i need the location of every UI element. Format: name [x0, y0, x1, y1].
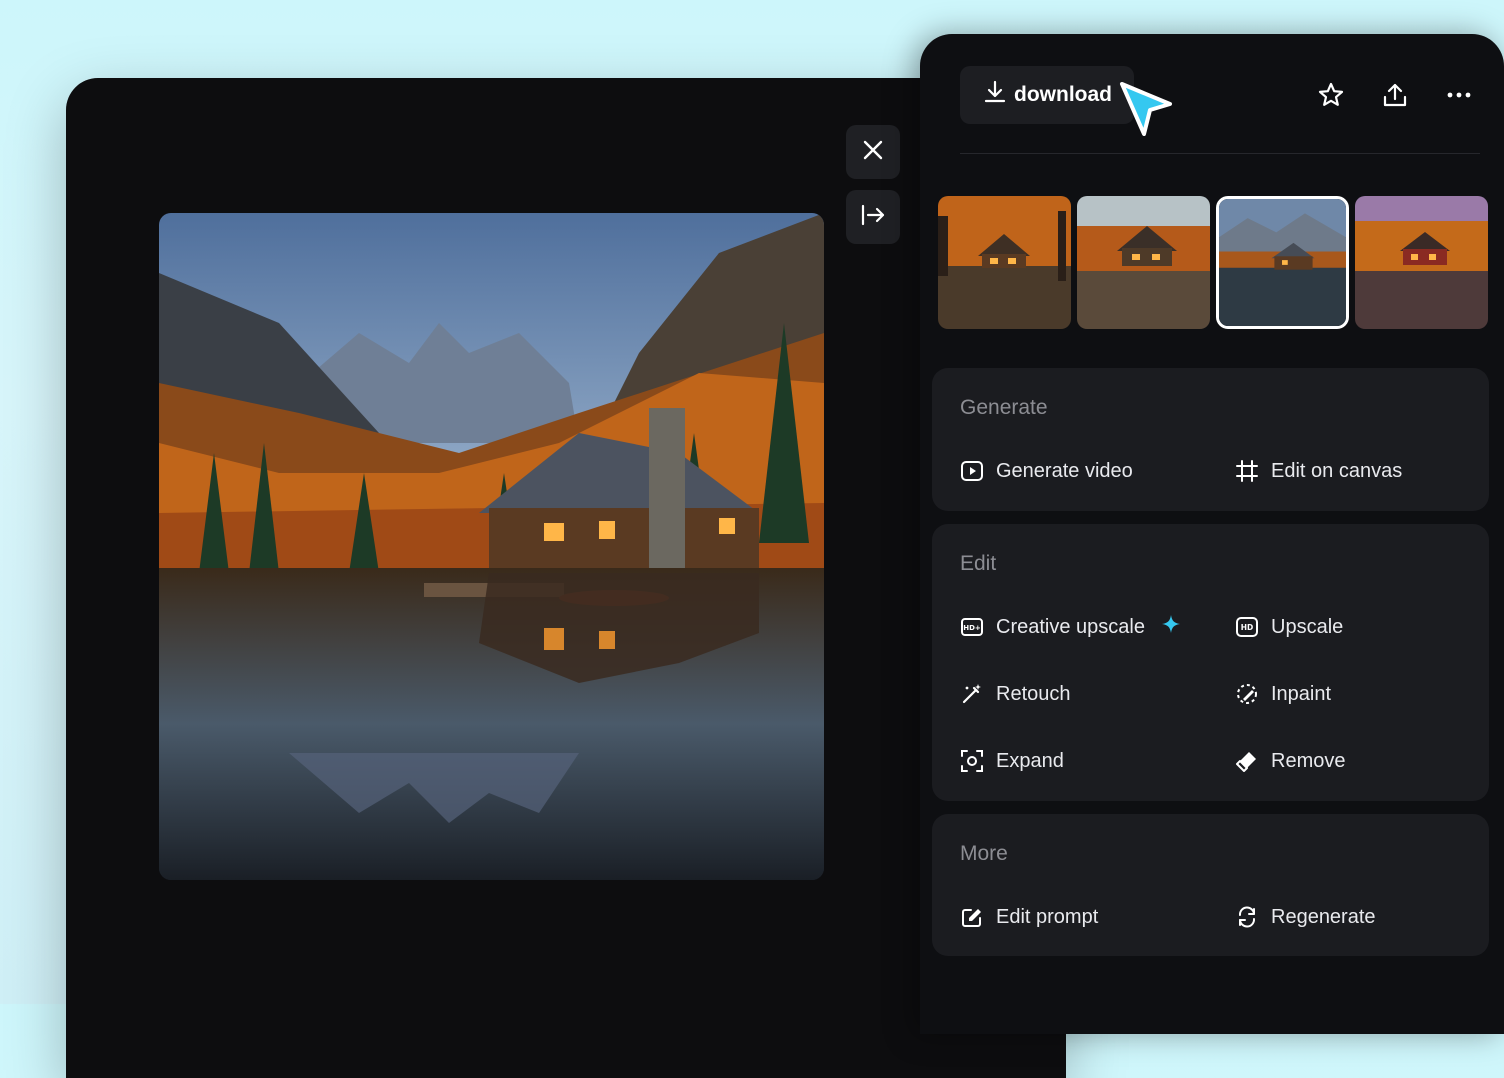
- close-icon: [862, 139, 884, 166]
- hd-plus-icon: HD+: [960, 615, 984, 639]
- generate-section: Generate Generate video Edit on canvas: [932, 368, 1489, 511]
- expand-button[interactable]: Expand: [960, 745, 1064, 777]
- toolbar-actions: [1314, 66, 1480, 124]
- item-label: Retouch: [996, 682, 1071, 705]
- play-video-icon: [960, 459, 984, 483]
- magic-wand-icon: [960, 682, 984, 706]
- share-icon[interactable]: [1378, 78, 1412, 112]
- retouch-button[interactable]: Retouch: [960, 678, 1071, 710]
- edit-prompt-button[interactable]: Edit prompt: [960, 901, 1098, 933]
- collapse-panel-button[interactable]: [846, 190, 900, 244]
- section-title: More: [960, 842, 1008, 865]
- remove-button[interactable]: Remove: [1235, 745, 1345, 777]
- generate-video-button[interactable]: Generate video: [960, 455, 1133, 487]
- item-label: Upscale: [1271, 615, 1344, 638]
- item-label: Expand: [996, 749, 1064, 772]
- hd-icon: HD: [1235, 615, 1259, 639]
- pointer-cursor-icon: [1120, 82, 1172, 136]
- download-icon: [984, 80, 1006, 110]
- expand-icon: [960, 749, 984, 773]
- edit-on-canvas-button[interactable]: Edit on canvas: [1235, 455, 1402, 487]
- item-label: Edit prompt: [996, 905, 1099, 928]
- sparkle-icon: [1161, 614, 1181, 640]
- more-section: More Edit prompt Regenerate: [932, 814, 1489, 956]
- eraser-icon: [1235, 749, 1259, 773]
- download-button[interactable]: download: [960, 66, 1134, 124]
- thumbnail-strip: [938, 196, 1488, 329]
- regenerate-button[interactable]: Regenerate: [1235, 901, 1376, 933]
- item-label: Inpaint: [1271, 682, 1332, 705]
- download-label: download: [1014, 83, 1112, 106]
- thumbnail-variation-4[interactable]: [1355, 196, 1488, 329]
- svg-text:HD: HD: [1241, 623, 1254, 632]
- toolbar-divider: [960, 153, 1480, 154]
- svg-text:HD+: HD+: [963, 624, 981, 632]
- item-label: Generate video: [996, 459, 1133, 482]
- section-title: Generate: [960, 396, 1048, 419]
- item-label: Edit on canvas: [1271, 459, 1403, 482]
- more-icon[interactable]: [1442, 78, 1476, 112]
- item-label: Remove: [1271, 749, 1346, 772]
- item-label: Regenerate: [1271, 905, 1376, 928]
- close-button[interactable]: [846, 125, 900, 179]
- item-label: Creative upscale: [996, 615, 1145, 638]
- upscale-button[interactable]: HD Upscale: [1235, 611, 1343, 643]
- inpaint-button[interactable]: Inpaint: [1235, 678, 1331, 710]
- collapse-panel-icon: [860, 204, 886, 231]
- crop-canvas-icon: [1235, 459, 1259, 483]
- edit-prompt-icon: [960, 905, 984, 929]
- main-image: [159, 213, 824, 880]
- inpaint-icon: [1235, 682, 1259, 706]
- side-panel: download Generate Generate video Edit on…: [920, 34, 1504, 1034]
- regenerate-icon: [1235, 905, 1259, 929]
- edit-section: Edit HD+ Creative upscale HD Upscale Ret…: [932, 524, 1489, 801]
- thumbnail-variation-1[interactable]: [938, 196, 1071, 329]
- section-title: Edit: [960, 552, 997, 575]
- panel-toolbar: download: [960, 66, 1480, 124]
- image-viewer: [66, 78, 1066, 1078]
- star-icon[interactable]: [1314, 78, 1348, 112]
- thumbnail-variation-3[interactable]: [1216, 196, 1349, 329]
- creative-upscale-button[interactable]: HD+ Creative upscale: [960, 611, 1181, 643]
- thumbnail-variation-2[interactable]: [1077, 196, 1210, 329]
